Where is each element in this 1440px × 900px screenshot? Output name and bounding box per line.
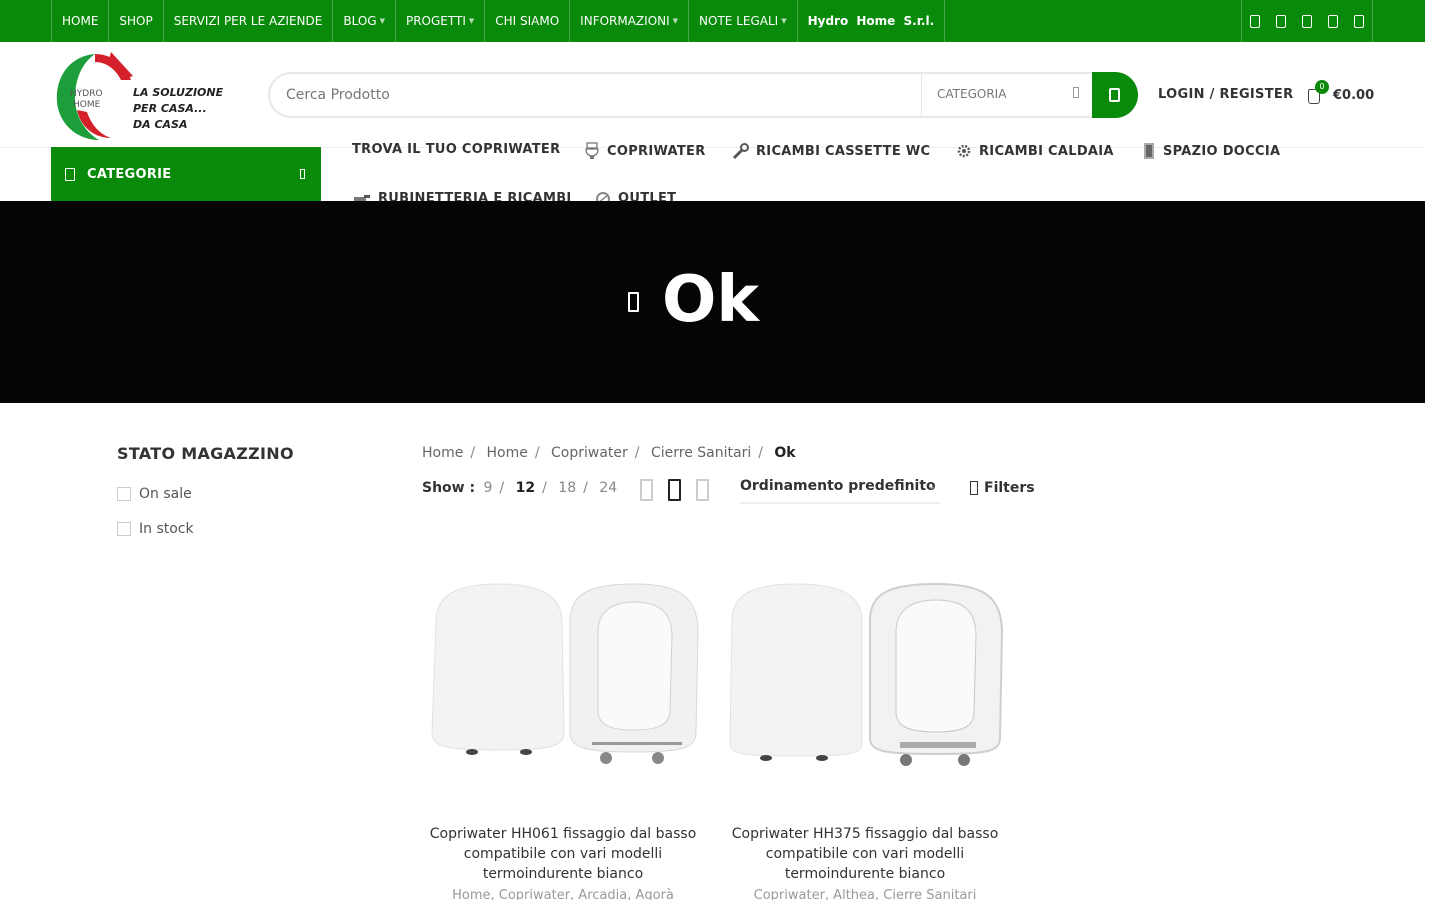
top-nav-shop[interactable]: SHOP: [108, 0, 162, 42]
top-nav-progetti[interactable]: PROGETTI ▼: [394, 0, 484, 42]
search-icon: [1109, 88, 1120, 102]
category-select-label: CATEGORIA: [937, 87, 1007, 101]
wrench-icon: [732, 143, 749, 160]
search-form: Cerca Prodotto CATEGORIA: [268, 72, 1138, 118]
filter-on-sale[interactable]: On sale: [117, 486, 192, 502]
product-categories[interactable]: Copriwater, Althea, Cierre Sanitari: [724, 888, 1006, 900]
top-nav-chi-siamo[interactable]: CHI SIAMO: [484, 0, 569, 42]
pinterest-icon[interactable]: [1328, 14, 1338, 28]
sort-label: Ordinamento predefinito: [740, 478, 936, 494]
product-title[interactable]: Copriwater HH375 fissaggio dal basso com…: [724, 824, 1006, 884]
gear-icon: [957, 144, 971, 158]
menu-icon: [65, 168, 75, 181]
product-image[interactable]: [724, 562, 1006, 802]
grid-3-columns-icon[interactable]: [668, 479, 681, 501]
company-name: Hydro Home S.r.l.: [796, 0, 946, 42]
categories-menu-button[interactable]: CATEGORIE: [51, 147, 321, 201]
product-categories[interactable]: Home, Copriwater, Arcadia, Agorà: [422, 888, 704, 900]
filter-label: In stock: [139, 521, 194, 537]
back-arrow-icon[interactable]: [628, 292, 639, 312]
cart-button[interactable]: 0 €0.00: [1306, 80, 1376, 108]
chevron-down-icon: [300, 169, 305, 179]
search-button[interactable]: [1092, 72, 1138, 118]
nav-spazio-doccia[interactable]: SPAZIO DOCCIA: [1141, 142, 1280, 160]
filter-icon: [970, 481, 978, 495]
logo-brand-line2: HOME: [73, 100, 101, 110]
filters-button[interactable]: Filters: [970, 480, 1035, 496]
nav-trova-copriwater[interactable]: TROVA IL TUO COPRIWATER: [352, 142, 560, 157]
categories-label: CATEGORIE: [87, 167, 172, 182]
nav-ricambi-caldaia[interactable]: RICAMBI CALDAIA: [955, 142, 1114, 160]
nav-label: TROVA IL TUO COPRIWATER: [352, 142, 561, 157]
nav-label: RICAMBI CASSETTE WC: [756, 143, 931, 159]
breadcrumb: Home / Home / Copriwater / Cierre Sanitari /…: [422, 445, 796, 461]
chevron-down-icon: ⌄: [927, 481, 936, 492]
shower-icon: [1144, 143, 1154, 159]
nav-ricambi-cassette[interactable]: RICAMBI CASSETTE WC: [732, 142, 930, 160]
login-register-link[interactable]: LOGIN / REGISTER: [1158, 87, 1293, 102]
top-nav-note-legali[interactable]: NOTE LEGALI ▼: [688, 0, 797, 42]
per-page-option[interactable]: 18: [558, 480, 576, 496]
sidebar-title: STATO MAGAZZINO: [117, 444, 294, 463]
breadcrumb-current: Ok: [774, 445, 796, 461]
product-title[interactable]: Copriwater HH061 fissaggio dal basso com…: [422, 824, 704, 884]
checkbox[interactable]: [117, 522, 131, 536]
logo-brand-line1: HYDRO: [70, 89, 103, 99]
checkbox[interactable]: [117, 487, 131, 501]
per-page-option[interactable]: 24: [599, 480, 617, 496]
logo-tagline2: PER CASA...: [133, 102, 207, 115]
nav-label: COPRIWATER: [607, 143, 706, 159]
filter-in-stock[interactable]: In stock: [117, 521, 194, 537]
nav-copriwater[interactable]: COPRIWATER: [583, 142, 706, 160]
linkedin-icon[interactable]: [1354, 14, 1364, 28]
page-title-banner: Ok: [0, 201, 1425, 403]
top-bar: HOME SHOP SERVIZI PER LE AZIENDE BLOG ▼ P…: [0, 0, 1425, 42]
chevron-down-icon: ▼: [379, 17, 385, 25]
chevron-down-icon: [1073, 87, 1079, 98]
social-links: [1241, 0, 1373, 42]
site-logo[interactable]: HYDRO HOME LA SOLUZIONE PER CASA... DA C…: [51, 50, 241, 142]
page: HOME SHOP SERVIZI PER LE AZIENDE BLOG ▼ P…: [0, 0, 1425, 900]
search-input[interactable]: Cerca Prodotto: [286, 87, 390, 103]
per-page-option[interactable]: 9: [484, 480, 493, 496]
top-nav: HOME SHOP SERVIZI PER LE AZIENDE BLOG ▼ P…: [51, 0, 946, 42]
facebook-icon[interactable]: [1250, 14, 1260, 28]
breadcrumb-link[interactable]: Copriwater: [551, 445, 628, 461]
logo-tagline1: LA SOLUZIONE: [133, 86, 224, 99]
chevron-down-icon: ▼: [781, 17, 787, 25]
product-image[interactable]: [422, 562, 704, 802]
top-nav-blog[interactable]: BLOG ▼: [332, 0, 395, 42]
twitter-icon[interactable]: [1276, 14, 1286, 28]
breadcrumb-link[interactable]: Cierre Sanitari: [651, 445, 751, 461]
filters-label: Filters: [984, 480, 1035, 496]
breadcrumb-link[interactable]: Home: [487, 445, 528, 461]
category-select[interactable]: CATEGORIA: [921, 74, 1093, 116]
cart-total: €0.00: [1333, 88, 1375, 103]
toilet-icon: [585, 142, 599, 159]
top-nav-home[interactable]: HOME: [51, 0, 108, 42]
grid-4-columns-icon[interactable]: [696, 479, 709, 501]
grid-2-columns-icon[interactable]: [640, 479, 653, 501]
cart-count-badge: 0: [1315, 80, 1329, 94]
instagram-icon[interactable]: [1302, 14, 1312, 28]
chevron-down-icon: ▼: [468, 17, 475, 25]
show-label: Show :: [422, 480, 476, 496]
top-nav-servizi[interactable]: SERVIZI PER LE AZIENDE: [162, 0, 333, 42]
top-nav-informazioni[interactable]: INFORMAZIONI ▼: [569, 0, 688, 42]
breadcrumb-link[interactable]: Home: [422, 445, 463, 461]
per-page-selector: Show : 9/ 12/ 18/ 24: [422, 480, 618, 496]
chevron-down-icon: ▼: [672, 17, 679, 25]
page-title: Ok: [662, 263, 759, 337]
per-page-option-selected[interactable]: 12: [516, 480, 535, 496]
sort-select[interactable]: Ordinamento predefinito ⌄: [740, 478, 940, 504]
nav-label: RICAMBI CALDAIA: [979, 143, 1114, 159]
nav-label: SPAZIO DOCCIA: [1163, 143, 1281, 159]
filter-label: On sale: [139, 486, 192, 502]
logo-tagline3: DA CASA: [133, 118, 188, 131]
